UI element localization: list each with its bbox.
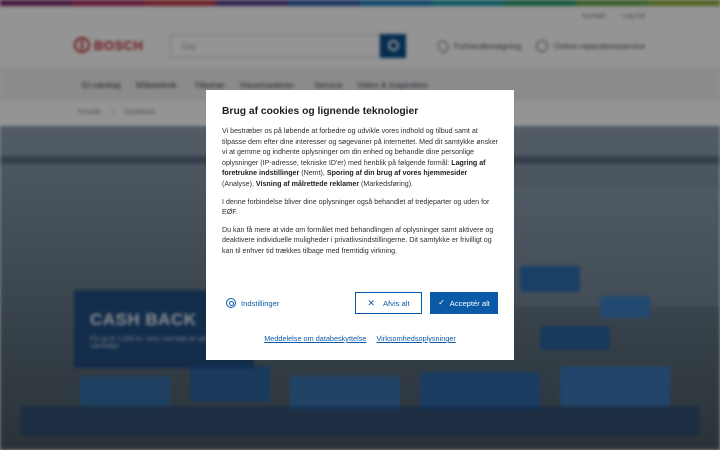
accept-all-label: Acceptér alt [449,298,490,308]
accept-all-button[interactable]: ✓ Acceptér alt [430,292,498,314]
cookie-consent-dialog: Brug af cookies og lignende teknologier … [206,90,514,360]
purpose-marketing-tag: (Markedsføring). [359,179,414,188]
purpose-analytics-tag: (Analyse), [222,179,256,188]
dialog-button-row: Indstillinger ✕ Afvis alt ✓ Acceptér alt [222,292,498,314]
purpose-analytics: Sporing af din brug af vores hjemmesider [326,169,468,178]
dialog-paragraph-purposes: Vi bestræber os på løbende at forbedre o… [222,126,498,190]
company-info-link[interactable]: Virksomhedsoplysninger [376,334,455,343]
privacy-notice-link[interactable]: Meddelelse om databeskyttelse [264,334,366,343]
settings-label: Indstillinger [241,298,280,308]
check-icon: ✓ [438,298,445,307]
dialog-paragraph-third-parties: I denne forbindelse bliver dine oplysnin… [222,197,490,217]
purpose-marketing: Visning af målrettede reklamer [255,179,360,188]
reject-all-button[interactable]: ✕ Afvis alt [355,292,422,314]
settings-button[interactable]: Indstillinger [226,292,279,314]
close-icon: ✕ [367,297,375,308]
purpose-preferences-tag: (Nemt), [299,169,327,178]
dialog-footer-links: Meddelelse om databeskyttelse Virksomhed… [206,334,514,343]
reject-all-label: Afvis alt [382,298,410,308]
dialog-title: Brug af cookies og lignende teknologier [222,106,419,117]
gear-icon [226,298,236,308]
dialog-paragraph-withdraw: Du kan få mere at vide om formålet med b… [222,225,494,255]
